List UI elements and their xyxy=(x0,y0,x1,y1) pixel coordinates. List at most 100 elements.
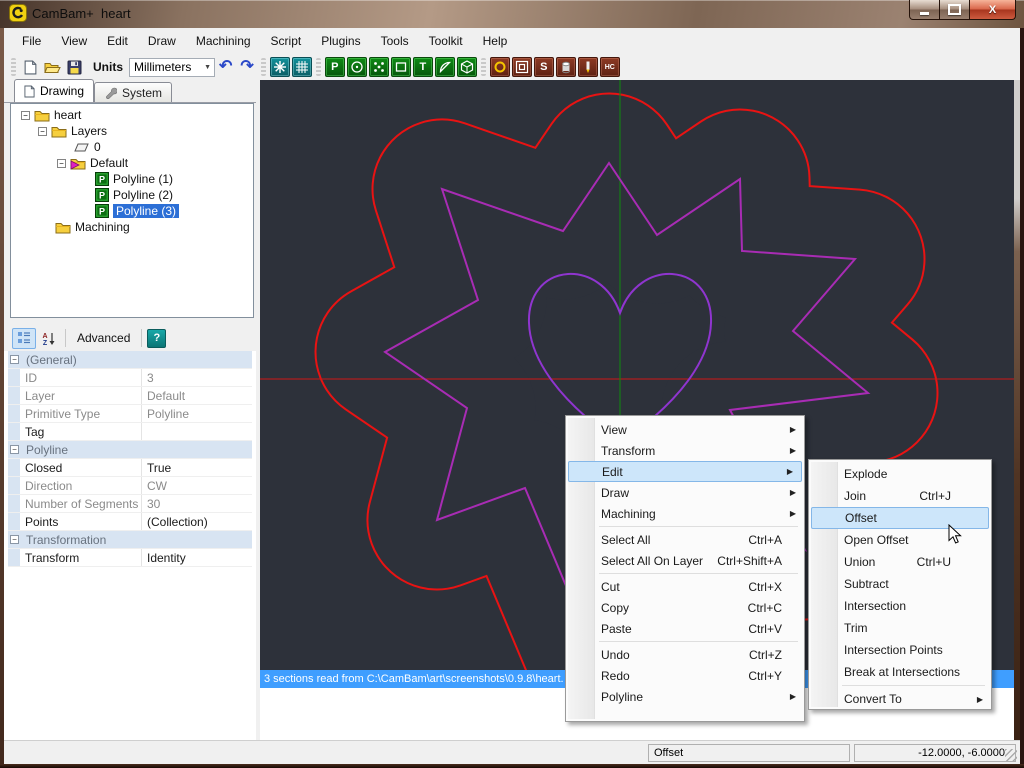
drill-ring-icon xyxy=(493,60,507,74)
toolbar-grip[interactable] xyxy=(316,58,321,76)
menubar-draw[interactable]: Draw xyxy=(138,30,186,52)
minimize-button[interactable] xyxy=(909,0,940,20)
menu-item-cut[interactable]: CutCtrl+X xyxy=(566,576,804,597)
property-row[interactable]: Transform Identity xyxy=(8,549,252,567)
draw-surface-button[interactable] xyxy=(457,57,477,77)
collapse-icon[interactable]: − xyxy=(10,445,19,454)
shortcut-label: Ctrl+J xyxy=(919,489,983,503)
tree-item-layers[interactable]: − Layers xyxy=(11,123,253,139)
alphabetical-sort-button[interactable]: A Z xyxy=(36,328,60,349)
property-row[interactable]: Tag xyxy=(8,423,252,441)
folder-icon xyxy=(51,125,67,138)
menu-item-edit[interactable]: Edit▶ xyxy=(568,461,802,482)
collapse-icon[interactable]: − xyxy=(10,535,19,544)
toggle-grid-button[interactable] xyxy=(292,57,312,77)
menubar-help[interactable]: Help xyxy=(473,30,518,52)
draw-points-button[interactable] xyxy=(369,57,389,77)
menu-item-transform[interactable]: Transform▶ xyxy=(566,440,804,461)
collapse-icon[interactable]: − xyxy=(57,159,66,168)
tree-item-polyline-3[interactable]: Polyline (3) xyxy=(11,203,253,219)
advanced-button[interactable]: Advanced xyxy=(71,331,136,345)
new-file-button[interactable] xyxy=(19,56,41,78)
property-row[interactable]: Layer Default xyxy=(8,387,252,405)
menu-item-paste[interactable]: PasteCtrl+V xyxy=(566,618,804,639)
open-file-button[interactable] xyxy=(41,56,63,78)
draw-circle-button[interactable] xyxy=(347,57,367,77)
collapse-icon[interactable]: − xyxy=(21,111,30,120)
menu-item-offset[interactable]: Offset xyxy=(811,507,989,529)
menubar-tools[interactable]: Tools xyxy=(371,30,419,52)
menu-item-intersection[interactable]: Intersection xyxy=(809,595,991,617)
redo-button[interactable]: ↷ xyxy=(236,59,257,75)
tree-item-heart[interactable]: − heart xyxy=(11,107,253,123)
machine-lathe-button[interactable] xyxy=(556,57,576,77)
title-bar[interactable]: CamBam+ heart X xyxy=(0,0,1024,28)
menubar-view[interactable]: View xyxy=(51,30,97,52)
menubar-script[interactable]: Script xyxy=(261,30,312,52)
menubar-toolkit[interactable]: Toolkit xyxy=(419,30,473,52)
machine-drill-button[interactable] xyxy=(490,57,510,77)
property-row[interactable]: Points (Collection) xyxy=(8,513,252,531)
maximize-button[interactable] xyxy=(940,0,969,20)
draw-rectangle-button[interactable] xyxy=(391,57,411,77)
help-button[interactable]: ? xyxy=(147,329,166,348)
tree-item-machining[interactable]: Machining xyxy=(11,219,253,235)
menu-item-polyline[interactable]: Polyline▶ xyxy=(566,686,804,707)
tree-item-layer-default[interactable]: − Default xyxy=(11,155,253,171)
menu-item-open-offset[interactable]: Open Offset xyxy=(809,529,991,551)
toolbar-grip[interactable] xyxy=(481,58,486,76)
collapse-icon[interactable]: − xyxy=(10,355,19,364)
menubar-file[interactable]: File xyxy=(12,30,51,52)
menu-item-explode[interactable]: Explode xyxy=(809,463,991,485)
menu-item-convert-to[interactable]: Convert To▶ xyxy=(809,688,991,710)
toolbar-grip[interactable] xyxy=(11,58,16,76)
tab-drawing[interactable]: Drawing xyxy=(14,79,94,102)
toolbar-grip[interactable] xyxy=(261,58,266,76)
tree-item-polyline-1[interactable]: Polyline (1) xyxy=(11,171,253,187)
menu-item-copy[interactable]: CopyCtrl+C xyxy=(566,597,804,618)
menubar-edit[interactable]: Edit xyxy=(97,30,138,52)
property-row[interactable]: Primitive Type Polyline xyxy=(8,405,252,423)
menu-item-view[interactable]: View▶ xyxy=(566,419,804,440)
machine-nc-button[interactable]: HC xyxy=(600,57,620,77)
menubar-plugins[interactable]: Plugins xyxy=(311,30,370,52)
menu-item-join[interactable]: JoinCtrl+J xyxy=(809,485,991,507)
menu-item-draw[interactable]: Draw▶ xyxy=(566,482,804,503)
menu-item-intersection-points[interactable]: Intersection Points xyxy=(809,639,991,661)
menu-item-subtract[interactable]: Subtract xyxy=(809,573,991,595)
tree-item-layer-0[interactable]: 0 xyxy=(11,139,253,155)
close-button[interactable]: X xyxy=(969,0,1016,20)
menu-item-undo[interactable]: UndoCtrl+Z xyxy=(566,644,804,665)
property-row[interactable]: Closed True xyxy=(8,459,252,477)
machine-engrave-button[interactable] xyxy=(578,57,598,77)
machine-pocket-button[interactable] xyxy=(512,57,532,77)
menu-bar: File View Edit Draw Machining Script Plu… xyxy=(4,28,1020,54)
property-category[interactable]: − Polyline xyxy=(8,441,252,459)
units-dropdown[interactable]: Millimeters ▼ xyxy=(129,58,215,77)
menu-item-machining[interactable]: Machining▶ xyxy=(566,503,804,524)
draw-polyline-button[interactable]: P xyxy=(325,57,345,77)
undo-button[interactable]: ↶ xyxy=(215,59,236,75)
tab-system[interactable]: System xyxy=(94,82,172,102)
tree-item-polyline-2[interactable]: Polyline (2) xyxy=(11,187,253,203)
menu-item-break-at-intersections[interactable]: Break at Intersections xyxy=(809,661,991,683)
property-category[interactable]: − Transformation xyxy=(8,531,252,549)
menu-item-redo[interactable]: RedoCtrl+Y xyxy=(566,665,804,686)
property-row[interactable]: Direction CW xyxy=(8,477,252,495)
property-row[interactable]: ID 3 xyxy=(8,369,252,387)
save-button[interactable] xyxy=(63,56,85,78)
draw-text-button[interactable]: T xyxy=(413,57,433,77)
collapse-icon[interactable]: − xyxy=(38,127,47,136)
resize-grip[interactable] xyxy=(1005,749,1017,761)
menu-item-select-all-on-layer[interactable]: Select All On LayerCtrl+Shift+A xyxy=(566,550,804,571)
menu-item-union[interactable]: UnionCtrl+U xyxy=(809,551,991,573)
menubar-machining[interactable]: Machining xyxy=(186,30,261,52)
toggle-axes-button[interactable] xyxy=(270,57,290,77)
draw-arc-button[interactable] xyxy=(435,57,455,77)
property-row[interactable]: Number of Segments 30 xyxy=(8,495,252,513)
machine-profile-button[interactable]: S xyxy=(534,57,554,77)
categorized-view-button[interactable] xyxy=(12,328,36,349)
menu-item-select-all[interactable]: Select AllCtrl+A xyxy=(566,529,804,550)
menu-item-trim[interactable]: Trim xyxy=(809,617,991,639)
property-category[interactable]: − (General) xyxy=(8,351,252,369)
